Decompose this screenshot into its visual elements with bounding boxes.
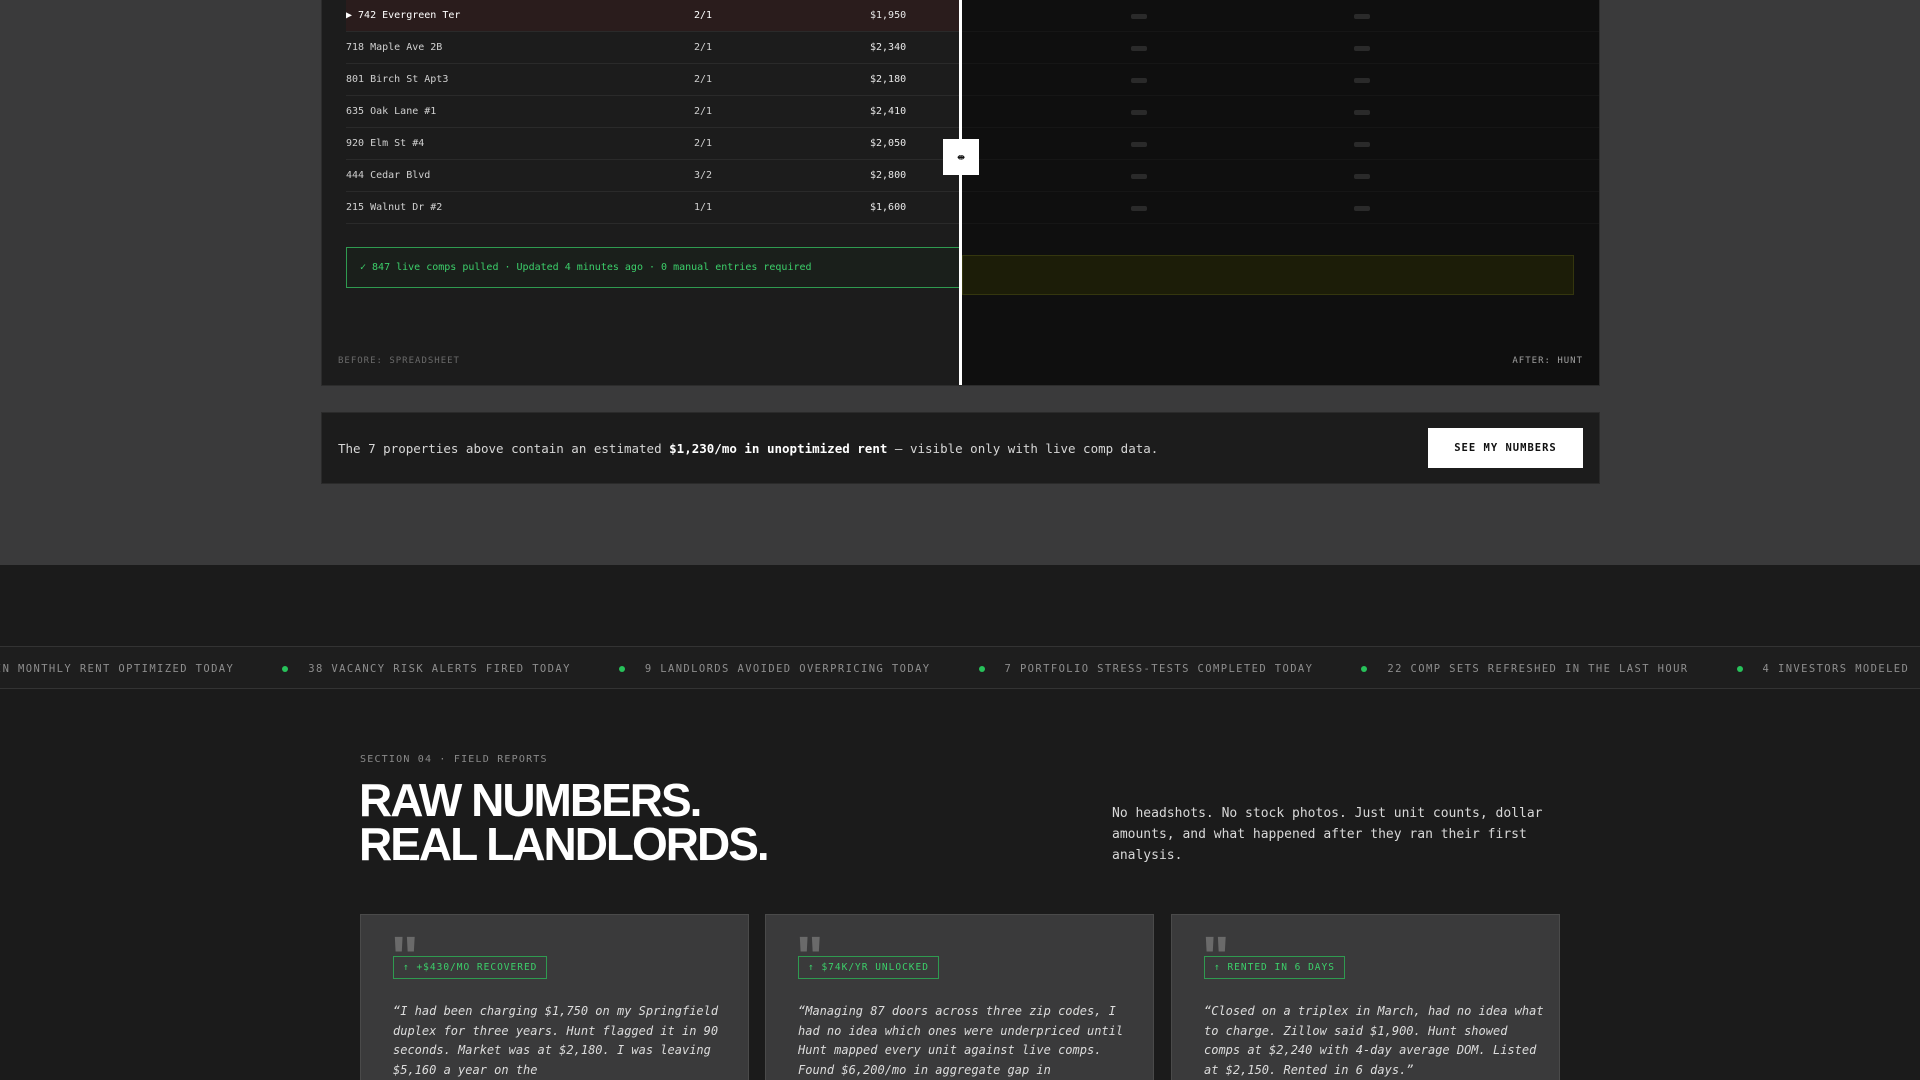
beds-cell: 2/1 [694, 74, 713, 85]
after-row-placeholder [961, 160, 1599, 192]
result-badge: ↑ RENTED IN 6 DAYS [1204, 956, 1345, 979]
after-row-placeholder [961, 96, 1599, 128]
blurred-value [1354, 206, 1370, 211]
rent-cell: $2,050 [870, 138, 907, 149]
section-eyebrow: SECTION 04 · FIELD REPORTS [360, 754, 548, 765]
testimonial-quote: “Closed on a triplex in March, had no id… [1204, 1004, 1544, 1077]
table-row[interactable]: 444 Cedar Blvd 3/2 $2,800 [346, 160, 961, 192]
headline-line-2: REAL LANDLORDS. [359, 818, 770, 870]
spreadsheet-rows: ▶ 742 Evergreen Ter 2/1 $1,950 718 Maple Av… [346, 0, 961, 224]
after-row-placeholder [961, 0, 1599, 32]
status-dot-icon [618, 665, 625, 672]
comparison-divider[interactable] [959, 0, 962, 385]
comps-status: ✓ 847 live comps pulled · Updated 4 minu… [346, 247, 961, 288]
after-panel [961, 0, 1599, 385]
address-cell: 635 Oak Lane #1 [346, 106, 437, 117]
result-badge: ↑ +$430/MO RECOVERED [393, 956, 548, 979]
result-badge: ↑ $74K/YR UNLOCKED [798, 956, 939, 979]
table-row[interactable]: 635 Oak Lane #1 2/1 $2,410 [346, 96, 961, 128]
table-row[interactable]: 801 Birch St Apt3 2/1 $2,180 [346, 64, 961, 96]
rent-cell: $2,800 [870, 170, 907, 181]
testimonial-quote: “I had been charging $1,750 on my Spring… [393, 1004, 719, 1077]
activity-ticker: 400 IN MONTHLY RENT OPTIMIZED TODAY 38 VA… [0, 646, 1920, 689]
beds-cell: 1/1 [694, 202, 713, 213]
status-dot-icon [282, 665, 289, 672]
cta-text-suffix: — visible only with live comp data. [887, 441, 1159, 456]
section-intro: No headshots. No stock photos. Just unit… [1112, 806, 1543, 863]
ticker-item: 7 PORTFOLIO STRESS-TESTS COMPLETED TODAY [931, 663, 1314, 675]
ticker-track: 400 IN MONTHLY RENT OPTIMIZED TODAY 38 VA… [0, 647, 1910, 688]
after-rows [961, 0, 1599, 224]
rent-cell: $2,180 [870, 74, 907, 85]
blurred-value [1131, 110, 1147, 115]
ticker-item: 4 INVESTORS MODELED [1689, 663, 1910, 675]
status-dot-icon [1361, 665, 1368, 672]
testimonial-card: " ↑ RENTED IN 6 DAYS “Closed on a triple… [1171, 914, 1560, 1080]
blurred-value [1131, 14, 1147, 19]
rent-cell: $2,410 [870, 106, 907, 117]
ticker-item: 22 COMP SETS REFRESHED IN THE LAST HOUR [1313, 663, 1688, 675]
rent-cell: $1,950 [870, 10, 907, 21]
ticker-text: 38 VACANCY RISK ALERTS FIRED TODAY [308, 662, 571, 675]
table-row[interactable]: 215 Walnut Dr #2 1/1 $1,600 [346, 192, 961, 224]
after-label: AFTER: HUNT [1512, 356, 1583, 366]
testimonial-card: " ↑ $74K/YR UNLOCKED “Managing 87 doors … [765, 914, 1154, 1080]
table-row[interactable]: 920 Elm St #4 2/1 $2,050 [346, 128, 961, 160]
beds-cell: 2/1 [694, 42, 713, 53]
after-row-placeholder [961, 64, 1599, 96]
cta-bar: The 7 properties above contain an estima… [321, 412, 1600, 484]
ticker-item: 9 LANDLORDS AVOIDED OVERPRICING TODAY [571, 663, 931, 675]
blurred-value [1131, 174, 1147, 179]
section-headline: RAW NUMBERS. REAL LANDLORDS. [359, 774, 770, 870]
after-row-placeholder [961, 192, 1599, 224]
blurred-value [1131, 46, 1147, 51]
cta-text-prefix: The 7 properties above contain an estima… [338, 441, 670, 456]
blurred-value [1131, 78, 1147, 83]
blurred-value [1354, 174, 1370, 179]
address-cell: 718 Maple Ave 2B [346, 42, 443, 53]
rent-cell: $1,600 [870, 202, 907, 213]
address-cell: ▶ 742 Evergreen Ter [346, 10, 461, 21]
blurred-value [1354, 78, 1370, 83]
cta-text-highlight: $1,230/mo in unoptimized rent [669, 441, 888, 456]
table-row[interactable]: ▶ 742 Evergreen Ter 2/1 $1,950 [346, 0, 961, 32]
headline-line-1: RAW NUMBERS. [359, 774, 702, 826]
testimonial-card: " ↑ +$430/MO RECOVERED “I had been charg… [360, 914, 749, 1080]
table-row[interactable]: 718 Maple Ave 2B 2/1 $2,340 [346, 32, 961, 64]
see-my-numbers-button[interactable]: SEE MY NUMBERS [1428, 428, 1583, 468]
address-cell: 444 Cedar Blvd [346, 170, 431, 181]
rent-cell: $2,340 [870, 42, 907, 53]
beds-cell: 2/1 [694, 138, 713, 149]
before-after-comparison: ▶ 742 Evergreen Ter 2/1 $1,950 718 Maple Av… [321, 0, 1600, 386]
ticker-text: 7 PORTFOLIO STRESS-TESTS COMPLETED TODAY [1004, 662, 1314, 675]
ticker-item: 38 VACANCY RISK ALERTS FIRED TODAY [234, 663, 571, 675]
after-row-placeholder [961, 128, 1599, 160]
address-cell: 920 Elm St #4 [346, 138, 425, 149]
ticker-text: 22 COMP SETS REFRESHED IN THE LAST HOUR [1387, 662, 1689, 675]
blurred-value [1354, 46, 1370, 51]
blurred-value [1131, 142, 1147, 147]
before-label: BEFORE: SPREADSHEET [338, 356, 460, 366]
address-cell: 801 Birch St Apt3 [346, 74, 449, 85]
blurred-value [1131, 206, 1147, 211]
status-dot-icon [978, 665, 985, 672]
ticker-item: 400 IN MONTHLY RENT OPTIMIZED TODAY [0, 663, 234, 675]
cta-text: The 7 properties above contain an estima… [338, 441, 1158, 456]
after-row-placeholder [961, 32, 1599, 64]
address-cell: 215 Walnut Dr #2 [346, 202, 443, 213]
beds-cell: 2/1 [694, 106, 713, 117]
beds-cell: 3/2 [694, 170, 713, 181]
ticker-text: 4 INVESTORS MODELED [1762, 662, 1910, 675]
blurred-value [1354, 110, 1370, 115]
blurred-value [1354, 14, 1370, 19]
blurred-value [1354, 142, 1370, 147]
testimonial-quote: “Managing 87 doors across three zip code… [798, 1004, 1124, 1077]
drag-handle-icon[interactable]: ⇹ [943, 139, 979, 175]
ticker-text: 9 LANDLORDS AVOIDED OVERPRICING TODAY [644, 662, 931, 675]
status-dot-icon [1736, 665, 1743, 672]
after-highlight-bar [962, 255, 1574, 295]
ticker-text: 400 IN MONTHLY RENT OPTIMIZED TODAY [0, 662, 235, 675]
beds-cell: 2/1 [694, 10, 713, 21]
